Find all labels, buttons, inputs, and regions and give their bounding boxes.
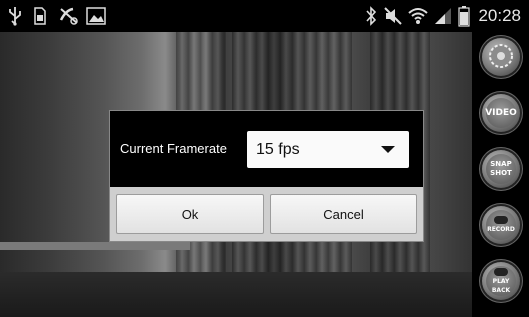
no-signal-call-icon	[58, 5, 80, 27]
cancel-button-label: Cancel	[323, 206, 364, 222]
floor	[0, 272, 472, 317]
record-button[interactable]: RECORD	[482, 206, 520, 244]
record-button-label: RECORD	[487, 226, 515, 233]
framerate-dialog: Current Framerate 15 fps Ok Cancel	[109, 110, 424, 242]
ok-button-label: Ok	[181, 206, 199, 222]
playback-icon	[494, 267, 508, 276]
wifi-icon	[407, 5, 429, 27]
settings-button[interactable]	[482, 38, 520, 76]
playback-button[interactable]: PLAY BACK	[482, 262, 520, 300]
image-icon	[86, 5, 106, 27]
cancel-button[interactable]: Cancel	[270, 194, 417, 234]
shelf	[0, 242, 190, 250]
record-icon	[494, 216, 508, 224]
video-button-label: VIDEO	[485, 107, 517, 118]
snapshot-button[interactable]: SNAP SHOT	[482, 150, 520, 188]
signal-icon	[433, 5, 453, 27]
dropdown-arrow-icon	[381, 146, 395, 153]
snapshot-button-label: SNAP SHOT	[490, 160, 512, 177]
mute-icon	[383, 5, 403, 27]
bluetooth-icon	[365, 5, 377, 27]
framerate-dropdown[interactable]: 15 fps	[247, 131, 409, 168]
dialog-content: Current Framerate 15 fps	[110, 111, 423, 187]
settings-gear-icon	[486, 41, 516, 73]
battery-icon	[458, 5, 470, 27]
framerate-value: 15 fps	[256, 141, 300, 158]
clock: 20:28	[478, 6, 521, 25]
video-button[interactable]: VIDEO	[482, 94, 520, 132]
ok-button[interactable]: Ok	[116, 194, 264, 234]
usb-icon	[8, 5, 22, 27]
status-bar: 20:28	[0, 0, 529, 32]
framerate-label: Current Framerate	[120, 141, 227, 156]
side-toolbar: VIDEO SNAP SHOT RECORD PLAY BACK	[472, 32, 529, 317]
sd-card-icon	[33, 5, 47, 27]
playback-button-label: PLAY BACK	[491, 277, 511, 294]
